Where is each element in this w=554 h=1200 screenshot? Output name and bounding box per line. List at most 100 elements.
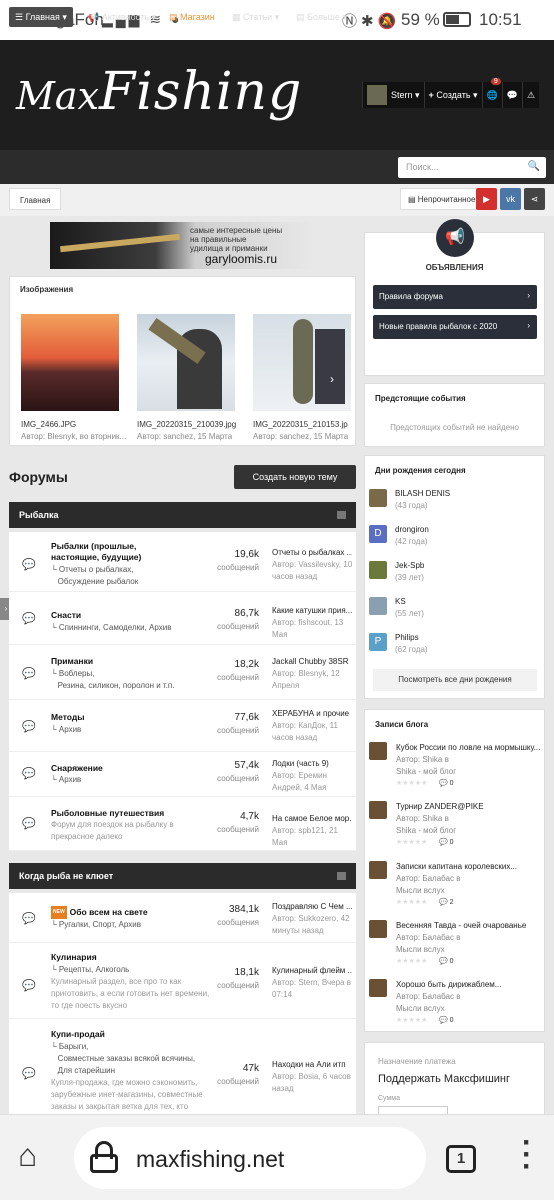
avatar bbox=[367, 85, 387, 105]
url-text: maxfishing.net bbox=[136, 1146, 285, 1172]
category-header[interactable]: Рыбалка bbox=[9, 502, 356, 528]
birthday-item[interactable]: P Philips (62 года) bbox=[369, 633, 539, 659]
avatar: P bbox=[369, 633, 387, 651]
forum-row[interactable]: 💬 Купи-продай └ Барыги, Совместные заказ… bbox=[9, 1019, 356, 1114]
birthdays-widget: Дни рождения сегодня BILASH DENIS (43 год… bbox=[364, 455, 545, 699]
forum-unread-icon: 💬 bbox=[22, 913, 36, 925]
avatar bbox=[369, 861, 387, 879]
create-button[interactable]: + Создать ▾ bbox=[423, 82, 482, 108]
nav-shop[interactable]: ▤ Магазин bbox=[163, 7, 221, 27]
unread-button[interactable]: ▤ Непрочитанное bbox=[400, 188, 484, 210]
collapse-icon[interactable] bbox=[337, 511, 346, 519]
more-menu-icon[interactable]: · · · bbox=[522, 1128, 532, 1182]
rating-stars: ★★★★★ bbox=[396, 958, 428, 965]
youtube-icon[interactable]: ▶ bbox=[476, 188, 497, 210]
avatar: D bbox=[369, 525, 387, 543]
announcement-link[interactable]: Новые правила рыбалок с 2020 › bbox=[373, 315, 537, 339]
donate-widget: Назначение платежа Поддержать Максфишинг… bbox=[364, 1042, 545, 1122]
share-icon[interactable]: ⋖ bbox=[524, 188, 545, 210]
forum-row[interactable]: 💬 Кулинария └ Рецепты, Алкоголь Кулинарн… bbox=[9, 943, 356, 1019]
avatar bbox=[369, 561, 387, 579]
site-logo[interactable]: MaxFishing bbox=[16, 62, 302, 122]
all-birthdays-button[interactable]: Посмотреть все дни рождения bbox=[373, 669, 537, 691]
forum-row[interactable]: 💬 Рыбалки (прошлые, настоящие, будущие) … bbox=[9, 532, 356, 592]
forum-row[interactable]: 💬 Методы └ Архив 77,6k сообщений ХЕРАБУН… bbox=[9, 700, 356, 752]
lock-icon bbox=[90, 1141, 118, 1173]
forum-row[interactable]: 💬 NEW Обо всем на свете └ Ругалки, Спорт,… bbox=[9, 893, 356, 943]
notifications-icon[interactable]: 🌐 9 bbox=[481, 78, 502, 108]
battery-percent: 59 % bbox=[401, 10, 440, 29]
image-thumb[interactable] bbox=[21, 314, 119, 411]
nav-more[interactable]: ▤ Больше ▾ bbox=[290, 7, 353, 27]
comments-count: 💬 0 bbox=[439, 780, 454, 787]
nav-articles[interactable]: ▦ Статьи ▾ bbox=[226, 7, 285, 27]
forum-icon: 💬 bbox=[22, 1068, 36, 1080]
url-bar[interactable]: maxfishing.net bbox=[74, 1127, 426, 1189]
vk-icon[interactable]: vk bbox=[500, 188, 521, 210]
breadcrumb-home[interactable]: Главная bbox=[9, 188, 62, 210]
search-icon[interactable]: 🔍 bbox=[528, 161, 540, 172]
chevron-right-icon: › bbox=[527, 291, 530, 300]
donate-title: Поддержать Максфишинг bbox=[378, 1073, 511, 1085]
forum-row[interactable]: 💬 Снасти └ Спиннинги, Самоделки, Архив 8… bbox=[9, 592, 356, 645]
birthday-item[interactable]: BILASH DENIS (43 года) bbox=[369, 489, 539, 515]
avatar bbox=[369, 920, 387, 938]
nav-home[interactable]: ☰ Главная ▾ bbox=[9, 7, 73, 27]
blog-item[interactable]: Кубок России по ловле на мормышку... Авто… bbox=[369, 742, 544, 794]
forum-icon: 💬 bbox=[22, 721, 36, 733]
forum-icon: 💬 bbox=[22, 818, 36, 830]
clock: 10:51 bbox=[479, 10, 522, 29]
forum-icon: 💬 bbox=[22, 980, 36, 992]
search-input[interactable]: Поиск... 🔍 bbox=[398, 157, 546, 178]
forum-icon: 💬 bbox=[22, 768, 36, 780]
avatar bbox=[369, 742, 387, 760]
forum-row[interactable]: 💬 Приманки └ Воблеры, Резина, силикон, п… bbox=[9, 645, 356, 700]
birthday-item[interactable]: KS (55 лет) bbox=[369, 597, 539, 623]
blog-item[interactable]: Хорошо быть дирижаблем... Автор: Балабас … bbox=[369, 979, 544, 1031]
battery-icon bbox=[443, 12, 471, 27]
user-menu[interactable]: Stern ▾ bbox=[362, 82, 424, 108]
rating-stars: ★★★★★ bbox=[396, 1017, 428, 1024]
home-icon[interactable]: ⌂ bbox=[18, 1137, 37, 1174]
chevron-right-icon: › bbox=[527, 321, 530, 330]
blog-title: Записи блога bbox=[375, 720, 429, 729]
blog-item[interactable]: Весенняя Тавда - очей очарованье Автор: Б… bbox=[369, 920, 544, 972]
image-thumb[interactable] bbox=[137, 314, 235, 411]
events-title: Предстоящие события bbox=[375, 394, 466, 403]
collapse-icon[interactable] bbox=[337, 872, 346, 880]
forum-row[interactable]: 💬 Снаряжение └ Архив 57,4k сообщений Лод… bbox=[9, 752, 356, 797]
ad-banner[interactable]: самые интересные цены на правильные удилищ… bbox=[50, 222, 314, 269]
image-thumb[interactable] bbox=[253, 314, 351, 411]
alert-icon[interactable]: ⚠ bbox=[522, 82, 540, 108]
forum-icon: 💬 bbox=[22, 559, 36, 571]
avatar bbox=[369, 597, 387, 615]
user-bar: Stern ▾ + Создать ▾ 🌐 9 💬 ⚠ bbox=[362, 78, 540, 108]
messages-icon[interactable]: 💬 bbox=[501, 82, 522, 108]
new-badge: NEW bbox=[51, 906, 67, 919]
blog-widget: Записи блога Кубок России по ловле на мо… bbox=[364, 709, 545, 1032]
category-header[interactable]: Когда рыба не клюет bbox=[9, 863, 356, 889]
forum-icon: 💬 bbox=[22, 668, 36, 680]
new-topic-button[interactable]: Создать новую тему bbox=[234, 465, 356, 489]
megaphone-icon: 📢 bbox=[436, 219, 474, 257]
notification-badge: 9 bbox=[490, 78, 501, 85]
birthday-item[interactable]: Jek-Spb (39 лет) bbox=[369, 561, 539, 587]
announcement-link[interactable]: Правила форума › bbox=[373, 285, 537, 309]
avatar bbox=[369, 489, 387, 507]
rating-stars: ★★★★★ bbox=[396, 780, 428, 787]
tabs-count-button[interactable]: 1 bbox=[446, 1145, 476, 1173]
nav-activity[interactable]: 📢 Активность ▾ bbox=[82, 7, 162, 27]
browser-toolbar: ⌂ maxfishing.net 1 · · · bbox=[0, 1114, 554, 1200]
birthday-item[interactable]: Ddrongiron (42 года) bbox=[369, 525, 539, 551]
blog-item[interactable]: Турнир ZANDER@PIKE Автор: Shika в Shika - … bbox=[369, 801, 544, 853]
birthdays-title: Дни рождения сегодня bbox=[375, 466, 466, 475]
comments-count: 💬 2 bbox=[439, 899, 454, 906]
blog-item[interactable]: Записки капитана королевских... Автор: Ба… bbox=[369, 861, 544, 913]
ad-domain: garyloomis.ru bbox=[205, 252, 278, 266]
chevron-right-icon[interactable]: › bbox=[330, 372, 334, 386]
comments-count: 💬 0 bbox=[439, 839, 454, 846]
forums-title: Форумы bbox=[9, 469, 68, 485]
forum-row[interactable]: 💬 Рыболовные путешествия Форум для поезд… bbox=[9, 797, 356, 851]
rod-image bbox=[60, 233, 180, 253]
rating-stars: ★★★★★ bbox=[396, 899, 428, 906]
